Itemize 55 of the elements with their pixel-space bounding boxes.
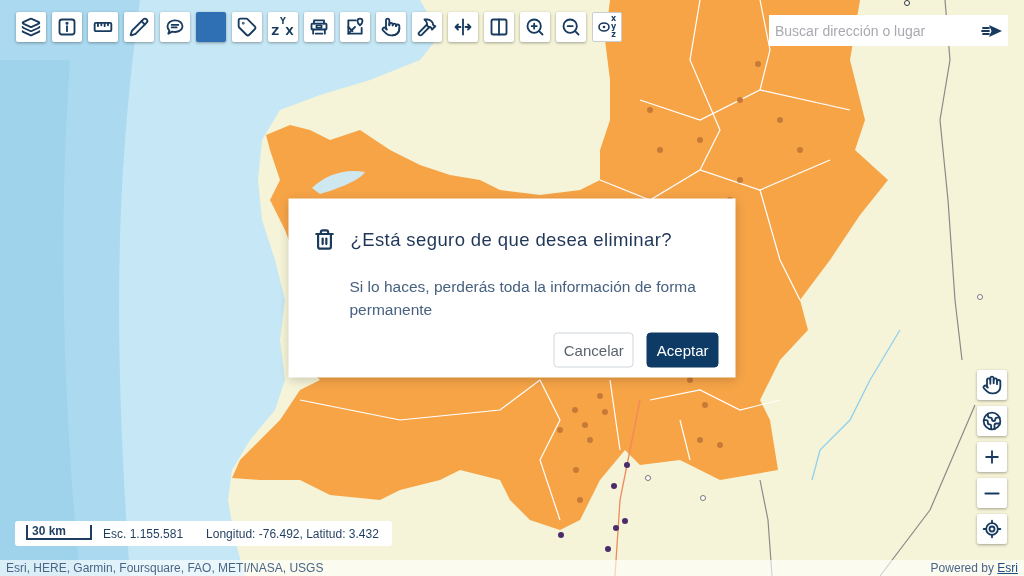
zoom-out-button[interactable] (977, 478, 1007, 508)
dialog-message: Si lo haces, perderás toda la información de forma permanente (349, 276, 697, 320)
columns-icon (489, 17, 509, 37)
attribution-text: Esri, HERE, Garmin, Foursquare, FAO, METI/NASA, USGS (6, 561, 324, 575)
esri-link[interactable]: Esri (997, 561, 1018, 575)
circle-dot-icon (597, 22, 610, 32)
toolbar-button[interactable] (556, 12, 586, 42)
toolbar-button[interactable] (304, 12, 334, 42)
printer-icon (309, 17, 329, 37)
dialog-title: ¿Está seguro de que desea eliminar? (350, 228, 672, 251)
pointer-hand-icon (381, 17, 401, 37)
pan-button[interactable] (977, 370, 1007, 400)
accept-button[interactable]: Aceptar (646, 332, 719, 368)
globe-button[interactable] (977, 406, 1007, 436)
toolbar-button[interactable] (16, 12, 46, 42)
xyz-button[interactable]: x y z (592, 12, 622, 42)
toolbar-button[interactable] (52, 12, 82, 42)
coordinates-text: Longitud: -76.492, Latitud: 3.432 (206, 526, 379, 541)
layers-icon (21, 17, 41, 37)
toolbar-button[interactable] (448, 12, 478, 42)
toolbar-button[interactable] (124, 12, 154, 42)
toolbar-button[interactable] (160, 12, 190, 42)
hammer-icon (417, 17, 437, 37)
powered-by-text: Powered by Esri (930, 561, 1018, 575)
minus-icon (984, 491, 1000, 495)
tag-icon (237, 17, 257, 37)
speech-bubble-icon (165, 17, 185, 37)
send-icon (980, 22, 1003, 39)
color-swatch[interactable] (196, 12, 226, 42)
info-icon (57, 17, 77, 37)
plus-icon (982, 447, 1002, 467)
scale-ratio: Esc. 1.155.581 (103, 526, 184, 541)
zoom-in-button[interactable] (977, 442, 1007, 472)
toolbar-button[interactable] (484, 12, 514, 42)
locate-button[interactable] (977, 514, 1007, 544)
map-pin-icon (345, 17, 365, 37)
hand-icon (982, 375, 1002, 395)
crosshair-icon (982, 519, 1002, 539)
trash-icon (313, 228, 336, 251)
cancel-button[interactable]: Cancelar (553, 332, 634, 368)
search-field[interactable]: Buscar dirección o lugar (769, 15, 975, 46)
toolbar-button[interactable] (376, 12, 406, 42)
toolbar-button[interactable] (232, 12, 262, 42)
zoom-in-icon (525, 17, 545, 37)
globe-icon (982, 411, 1002, 431)
toolbar-button[interactable] (340, 12, 370, 42)
scale-bar: 30 km (26, 525, 92, 540)
send-button[interactable] (975, 15, 1008, 46)
horizontal-arrows-icon (453, 17, 473, 37)
toolbar-button[interactable] (412, 12, 442, 42)
zoom-out-icon (561, 17, 581, 37)
toolbar-button[interactable] (88, 12, 118, 42)
pencil-icon (129, 17, 149, 37)
toolbar-button[interactable] (520, 12, 550, 42)
coordinate-axes-button[interactable]: Y Z X (268, 12, 298, 42)
